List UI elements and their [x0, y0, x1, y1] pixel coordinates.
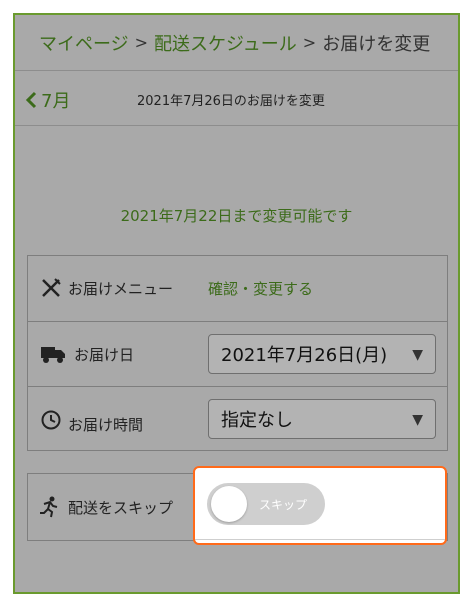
delivery-settings-table: お届けメニュー 確認・変更する お届け日 2021年7月26日(月) ▼ お届け…: [27, 255, 448, 451]
divider: [195, 539, 445, 540]
delivery-date-label: お届け日: [74, 346, 135, 364]
delivery-date-row: お届け日 2021年7月26日(月) ▼: [28, 321, 447, 386]
delivery-menu-label: お届けメニュー: [68, 280, 174, 298]
skip-toggle-label: スキップ: [259, 498, 308, 512]
chevron-left-icon: [25, 91, 37, 109]
page-title: 2021年7月26日のお届けを変更: [137, 94, 325, 109]
dropdown-arrow-icon: ▼: [412, 412, 423, 428]
running-person-icon: [40, 496, 58, 518]
breadcrumb-current: お届けを変更: [322, 33, 431, 55]
toggle-knob[interactable]: [211, 486, 247, 522]
delivery-menu-row: お届けメニュー 確認・変更する: [28, 256, 447, 321]
subheader: 7月 2021年7月26日のお届けを変更: [15, 72, 458, 126]
breadcrumb-schedule[interactable]: 配送スケジュール: [154, 30, 297, 56]
skip-toggle-highlight: スキップ: [193, 466, 447, 545]
delivery-time-value: 指定なし: [221, 410, 293, 431]
breadcrumb-mypage[interactable]: マイページ: [39, 30, 129, 56]
dropdown-arrow-icon: ▼: [412, 347, 423, 363]
back-button[interactable]: 7月: [25, 87, 70, 113]
breadcrumb-separator: >: [302, 33, 317, 52]
menu-change-link[interactable]: 確認・変更する: [208, 278, 313, 299]
skip-delivery-label: 配送をスキップ: [68, 499, 174, 517]
delivery-time-row: お届け時間 指定なし ▼: [28, 386, 447, 451]
skip-toggle-switch[interactable]: スキップ: [207, 483, 325, 525]
back-label: 7月: [41, 91, 71, 112]
breadcrumb: マイページ > 配送スケジュール > お届けを変更: [15, 15, 458, 71]
delivery-time-label: お届け時間: [68, 416, 144, 434]
clock-icon: [41, 410, 61, 430]
deadline-notice: 2021年7月22日まで変更可能です: [120, 207, 353, 225]
delivery-time-select[interactable]: 指定なし ▼: [208, 399, 436, 439]
delivery-date-value: 2021年7月26日(月): [221, 345, 388, 366]
fork-knife-icon: [42, 278, 61, 297]
breadcrumb-separator: >: [134, 33, 149, 52]
truck-icon: [41, 347, 65, 363]
delivery-date-select[interactable]: 2021年7月26日(月) ▼: [208, 334, 436, 374]
